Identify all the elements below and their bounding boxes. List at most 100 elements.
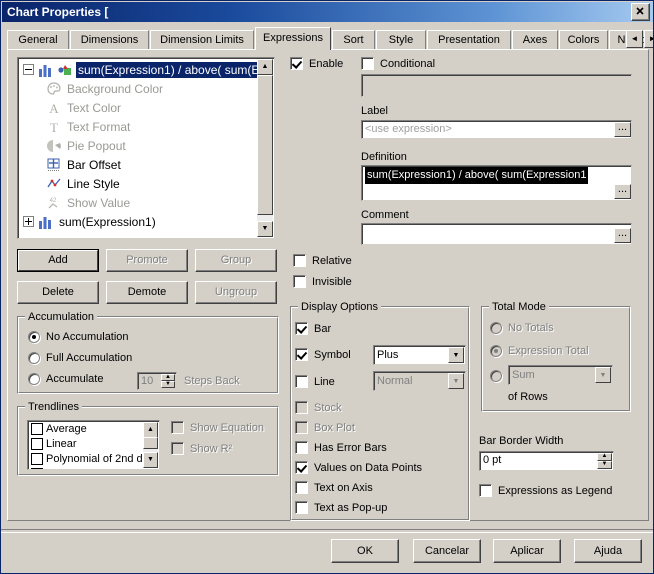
ok-button[interactable]: OK (331, 539, 399, 563)
trendlines-scrollbar[interactable]: ▲ ▼ (143, 422, 158, 468)
scroll-thumb[interactable] (257, 75, 273, 215)
tab-scroll-left-icon[interactable]: ◄ (626, 30, 643, 48)
ungroup-button[interactable]: Ungroup (195, 281, 277, 304)
text-as-popup-checkbox[interactable]: Text as Pop-up (295, 501, 387, 514)
tree-row[interactable]: A Text Color (20, 98, 258, 117)
tree-row[interactable]: sum(Expression1) / above( sum(Expr (20, 60, 258, 79)
tab-expressions[interactable]: Expressions (255, 27, 331, 50)
comment-input[interactable] (361, 223, 632, 245)
scroll-thumb[interactable] (143, 437, 158, 449)
group-button[interactable]: Group (195, 249, 277, 272)
steps-back-stepper[interactable]: 10 ▲ ▼ (137, 372, 177, 390)
show-equation-checkbox[interactable]: Show Equation (171, 421, 264, 434)
scroll-up-icon[interactable]: ▲ (143, 422, 158, 438)
box-plot-checkbox[interactable]: Box Plot (295, 421, 355, 434)
tab-scroll-right-icon[interactable]: ► (644, 30, 653, 48)
definition-browse-button[interactable]: ... (614, 184, 631, 199)
scroll-down-icon[interactable]: ▼ (257, 221, 273, 237)
delete-button[interactable]: Delete (17, 281, 99, 304)
expressions-as-legend-checkbox[interactable]: Expressions as Legend (479, 484, 612, 497)
window-title: Chart Properties [ (7, 5, 109, 19)
radio-full-accumulation[interactable]: Full Accumulation (28, 352, 132, 364)
chevron-down-icon[interactable]: ▼ (595, 367, 611, 383)
show-r2-checkbox[interactable]: Show R² (171, 442, 232, 455)
checkbox-icon[interactable] (31, 437, 43, 450)
radio-no-accumulation[interactable]: No Accumulation (28, 331, 129, 343)
chevron-down-icon[interactable]: ▼ (448, 373, 464, 389)
chevron-down-icon[interactable]: ▼ (448, 347, 464, 363)
symbol-checkbox[interactable]: Symbol (295, 348, 351, 361)
tab-axes[interactable]: Axes (512, 30, 558, 49)
tab-dimension-limits[interactable]: Dimension Limits (150, 30, 254, 49)
tab-sort[interactable]: Sort (332, 30, 375, 49)
comment-browse-button[interactable]: ... (614, 228, 631, 243)
cancel-button[interactable]: Cancelar (413, 539, 481, 563)
tree-row[interactable]: Background Color (20, 79, 258, 98)
stepper-down-icon[interactable]: ▼ (597, 461, 612, 469)
tree-row[interactable]: 42 Show Value (20, 193, 258, 212)
conditional-input[interactable] (361, 74, 632, 97)
conditional-checkbox[interactable]: Conditional (361, 57, 435, 70)
values-on-data-points-checkbox[interactable]: Values on Data Points (295, 461, 422, 474)
stock-checkbox[interactable]: Stock (295, 401, 342, 414)
label-input[interactable]: <use expression> (361, 120, 632, 139)
help-button[interactable]: Ajuda (574, 539, 642, 563)
tab-general[interactable]: General (7, 30, 69, 49)
radio-aggregation[interactable] (490, 370, 508, 382)
aggregation-combo[interactable]: Sum ▼ (508, 365, 613, 385)
checkbox-icon[interactable] (31, 452, 43, 465)
tree-row[interactable]: sum(Expression1) (20, 212, 258, 231)
promote-button[interactable]: Promote (106, 249, 188, 272)
stepper-up-icon[interactable]: ▲ (597, 453, 612, 461)
list-item[interactable]: Polynomial of 2nd de (28, 451, 159, 466)
demote-button[interactable]: Demote (106, 281, 188, 304)
close-icon[interactable] (631, 3, 650, 21)
label-browse-button[interactable]: ... (614, 122, 631, 137)
definition-input[interactable]: sum(Expression1) / above( sum(Expression… (361, 165, 632, 201)
show-value-icon: 42 (46, 195, 62, 211)
scroll-track[interactable] (257, 75, 273, 221)
list-item[interactable]: Polynomial of 3rd d (28, 466, 159, 469)
scroll-down-icon[interactable]: ▼ (143, 452, 158, 468)
tree-row[interactable]: T Text Format (20, 117, 258, 136)
expand-icon[interactable] (23, 216, 34, 227)
stepper-down-icon[interactable]: ▼ (161, 381, 175, 388)
line-checkbox[interactable]: Line (295, 375, 335, 388)
list-item[interactable]: Average (28, 421, 159, 436)
tree-row[interactable]: Pie Popout (20, 136, 258, 155)
scroll-up-icon[interactable]: ▲ (257, 59, 273, 75)
collapse-icon[interactable] (23, 64, 34, 75)
checkbox-icon[interactable] (31, 422, 43, 435)
tab-presentation[interactable]: Presentation (427, 30, 511, 49)
trendlines-listbox[interactable]: Average Linear Polynomial of 2nd de Poly… (27, 420, 160, 470)
text-on-axis-checkbox[interactable]: Text on Axis (295, 481, 373, 494)
has-error-bars-checkbox[interactable]: Has Error Bars (295, 441, 387, 454)
tab-style[interactable]: Style (376, 30, 426, 49)
bar-border-width-value: 0 pt (483, 454, 502, 466)
tree-rows: sum(Expression1) / above( sum(Expr Backg… (20, 60, 258, 231)
checkbox-icon[interactable] (31, 467, 43, 469)
enable-checkbox[interactable]: Enable (290, 57, 343, 70)
radio-expression-total[interactable]: Expression Total (490, 345, 589, 357)
radio-no-totals[interactable]: No Totals (490, 322, 554, 334)
relative-checkbox[interactable]: Relative (293, 254, 352, 267)
tree-row[interactable]: Bar Offset (20, 155, 258, 174)
stepper-up-icon[interactable]: ▲ (161, 374, 175, 381)
tree-scrollbar[interactable]: ▲ ▼ (257, 59, 273, 237)
line-combo[interactable]: Normal ▼ (373, 371, 466, 391)
tab-colors[interactable]: Colors (559, 30, 608, 49)
add-button[interactable]: Add (17, 249, 99, 272)
invisible-checkbox[interactable]: Invisible (293, 275, 352, 288)
accumulation-group-title: Accumulation (25, 311, 98, 323)
list-item[interactable]: Linear (28, 436, 159, 451)
radio-accumulate[interactable]: Accumulate (28, 373, 103, 385)
bar-checkbox[interactable]: Bar (295, 322, 331, 335)
symbol-combo[interactable]: Plus ▼ (373, 345, 466, 365)
tree-row[interactable]: Line Style (20, 174, 258, 193)
apply-button[interactable]: Aplicar (493, 539, 561, 563)
scroll-track[interactable] (143, 437, 158, 453)
expressions-tree[interactable]: sum(Expression1) / above( sum(Expr Backg… (17, 57, 275, 239)
label-caption: Label (361, 105, 388, 117)
bar-border-width-stepper[interactable]: 0 pt ▲ ▼ (479, 451, 614, 471)
tab-dimensions[interactable]: Dimensions (70, 30, 149, 49)
